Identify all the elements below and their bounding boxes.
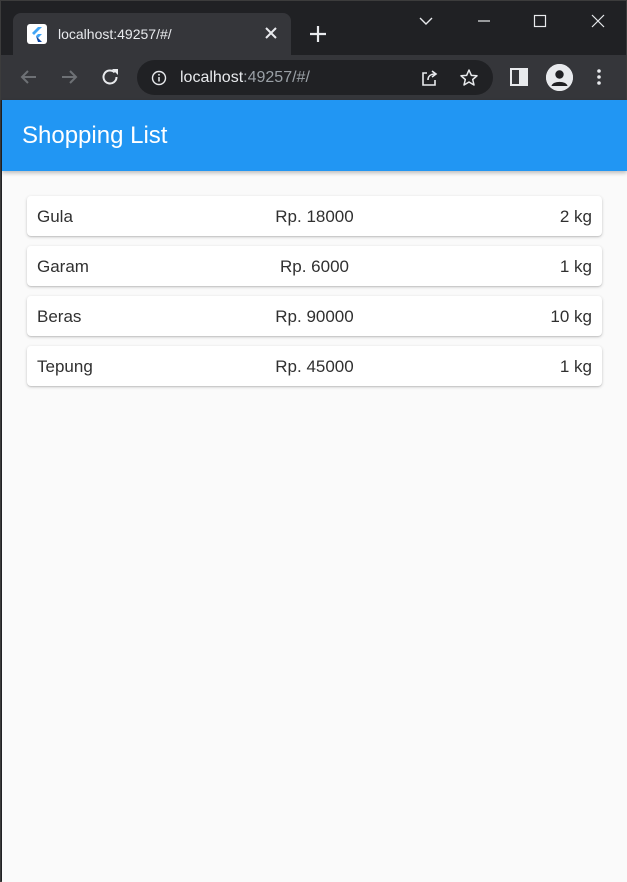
kebab-menu-icon[interactable] xyxy=(588,66,610,88)
minimize-icon[interactable] xyxy=(472,9,496,33)
chevron-down-icon[interactable] xyxy=(414,9,438,33)
plus-icon[interactable] xyxy=(307,23,329,45)
star-icon[interactable] xyxy=(459,68,479,88)
browser-window: localhost:49257/#/ localhost:49257/#/ Sh… xyxy=(0,0,627,882)
close-icon[interactable] xyxy=(263,25,279,41)
page-title: Shopping List xyxy=(22,122,168,149)
url-host: localhost xyxy=(180,69,244,86)
browser-tab[interactable]: localhost:49257/#/ xyxy=(13,13,291,55)
flutter-icon xyxy=(27,24,47,44)
back-arrow-icon[interactable] xyxy=(17,65,41,89)
side-panel-icon[interactable] xyxy=(508,66,530,88)
item-price: Rp. 90000 xyxy=(275,307,354,326)
item-price: Rp. 6000 xyxy=(280,257,349,276)
app-bar: Shopping List xyxy=(2,100,627,171)
item-quantity: 1 kg xyxy=(559,357,592,376)
maximize-icon[interactable] xyxy=(528,9,552,33)
page-content: Shopping List Gula Rp. 18000 2 kg Garam … xyxy=(2,100,627,882)
window-close-icon[interactable] xyxy=(586,9,610,33)
item-quantity: 1 kg xyxy=(559,257,592,276)
url-text[interactable]: localhost:49257/#/ xyxy=(180,69,310,87)
profile-icon[interactable] xyxy=(546,64,573,91)
reload-icon[interactable] xyxy=(98,65,122,89)
item-price: Rp. 18000 xyxy=(275,207,354,226)
shopping-list: Gula Rp. 18000 2 kg Garam Rp. 6000 1 kg … xyxy=(27,196,602,396)
item-price: Rp. 45000 xyxy=(275,357,354,376)
list-item[interactable]: Beras Rp. 90000 10 kg xyxy=(27,296,602,336)
list-item[interactable]: Garam Rp. 6000 1 kg xyxy=(27,246,602,286)
browser-toolbar: localhost:49257/#/ xyxy=(1,55,626,100)
tab-title: localhost:49257/#/ xyxy=(58,26,172,42)
info-icon[interactable] xyxy=(151,70,167,86)
share-icon[interactable] xyxy=(419,68,439,88)
item-quantity: 10 kg xyxy=(550,307,592,326)
item-quantity: 2 kg xyxy=(559,207,592,226)
forward-arrow-icon[interactable] xyxy=(57,65,81,89)
list-item[interactable]: Tepung Rp. 45000 1 kg xyxy=(27,346,602,386)
address-bar[interactable]: localhost:49257/#/ xyxy=(137,60,493,95)
url-path: :49257/#/ xyxy=(243,69,310,86)
tab-strip: localhost:49257/#/ xyxy=(1,1,626,55)
list-item[interactable]: Gula Rp. 18000 2 kg xyxy=(27,196,602,236)
